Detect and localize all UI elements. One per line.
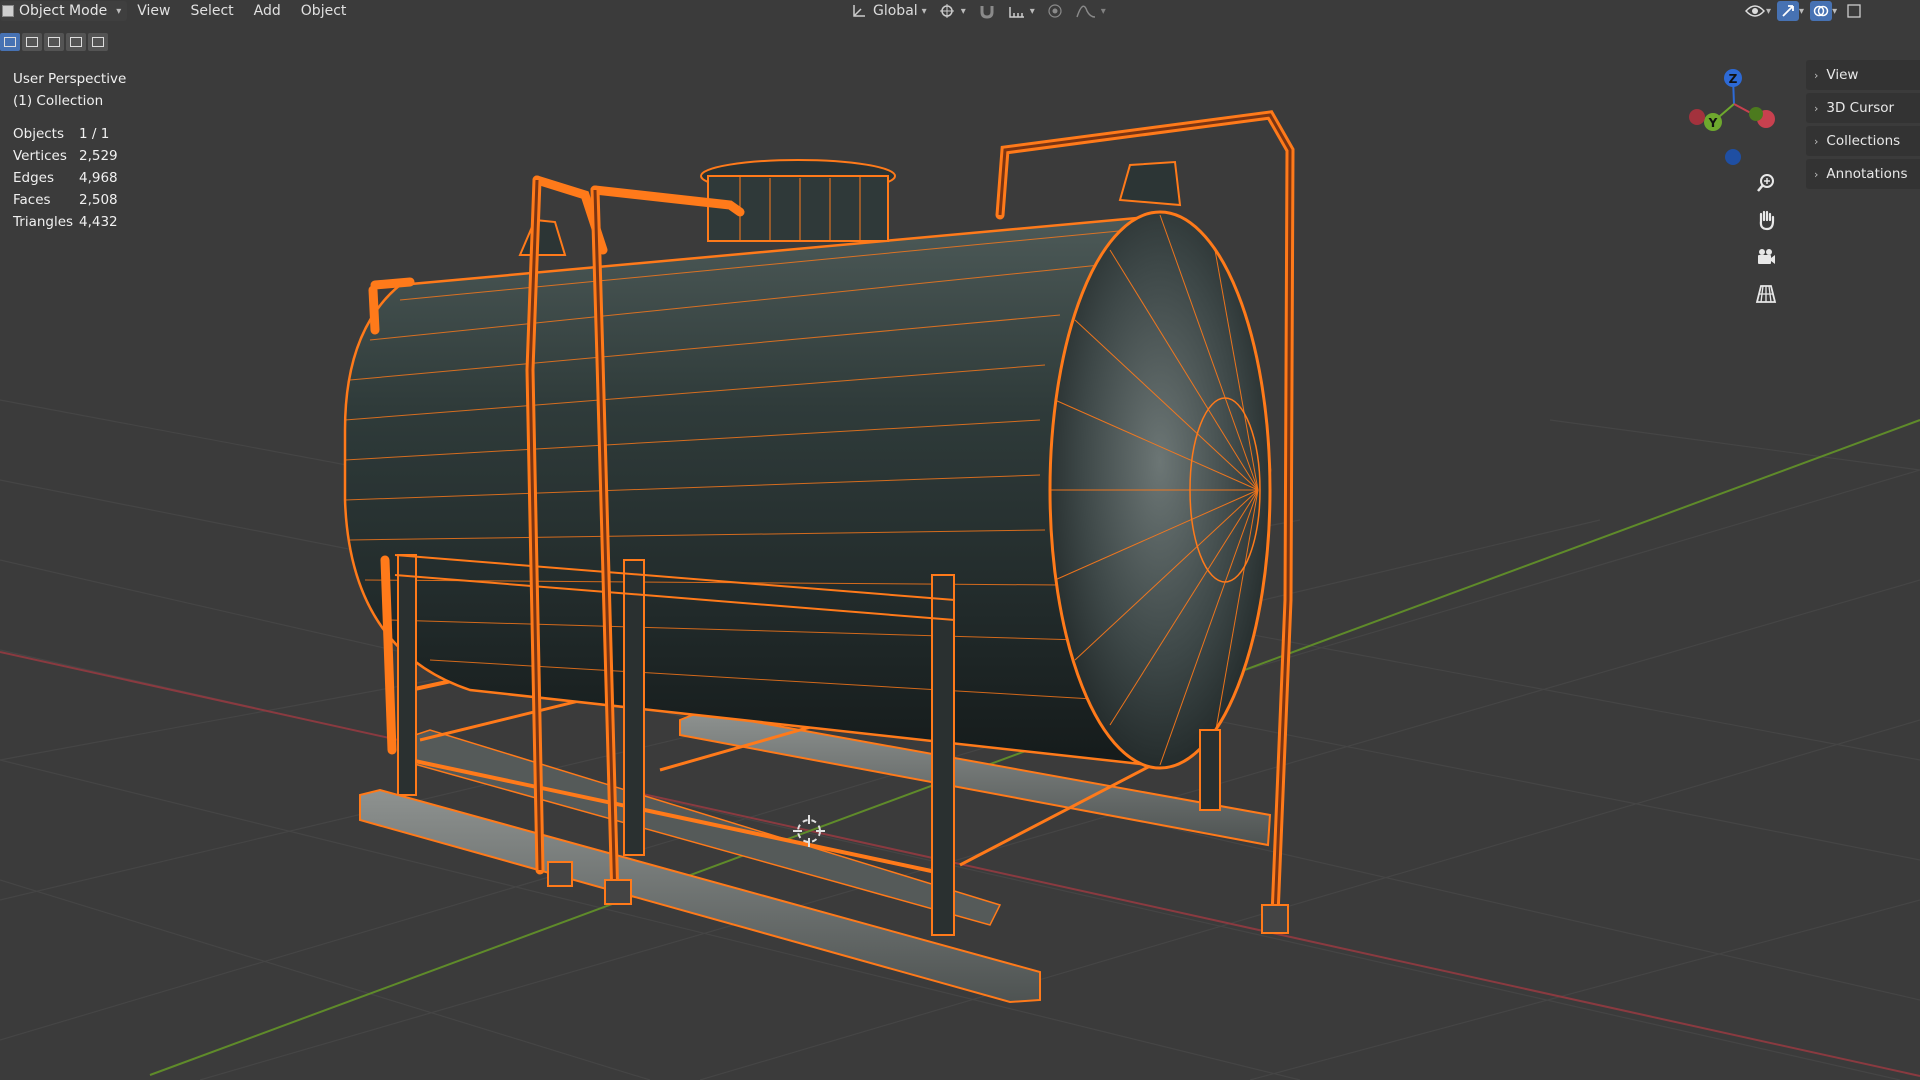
gizmo-toggle[interactable] [1777,1,1800,21]
pivot-point-dropdown[interactable]: ▾ [935,1,970,21]
gizmo-neg-z [1725,149,1741,165]
chevron-down-icon: ▾ [1799,5,1805,17]
panel-label: Annotations [1826,166,1908,182]
eye-icon [1745,5,1765,17]
camera-view-button[interactable] [1751,242,1781,272]
chevron-down-icon: ▾ [116,5,122,17]
select-new-icon [4,37,16,47]
orientation-icon [853,5,865,17]
select-invert-button[interactable] [66,33,86,51]
select-intersect-icon [92,37,104,47]
view-name: User Perspective [13,71,127,87]
panel-label: 3D Cursor [1826,100,1895,116]
stat-value: 4,432 [79,214,118,230]
stat-label: Vertices [13,148,67,164]
menu-view[interactable]: View [127,1,180,21]
stat-value: 2,508 [79,192,118,208]
snap-target-dropdown[interactable]: ▾ [1004,1,1039,21]
chevron-down-icon: ▾ [1832,5,1838,17]
header-right-tools: ▾ ▾ ▾ [1744,0,1865,22]
overlays-icon [1813,5,1829,17]
menu-select[interactable]: Select [180,1,243,21]
select-subtract-button[interactable] [44,33,64,51]
chevron-right-icon: › [1814,68,1819,82]
panel-label: View [1826,67,1859,83]
xray-toggle[interactable] [1843,1,1865,21]
chevron-down-icon: ▾ [1766,5,1772,17]
camera-icon [1758,249,1775,264]
proportional-edit-icon [1048,4,1062,18]
select-extend-button[interactable] [22,33,42,51]
panel-view[interactable]: › View [1806,60,1920,90]
mode-dropdown[interactable]: Object Mode ▾ [0,1,128,21]
stat-label: Edges [13,170,55,186]
perspective-toggle-button[interactable] [1751,279,1781,309]
chevron-right-icon: › [1814,101,1819,115]
statistics-overlay: Objects 1 / 1 Vertices 2,529 Edges 4,968… [13,123,118,233]
panel-3d-cursor[interactable]: › 3D Cursor [1806,93,1920,123]
stat-value: 1 / 1 [79,126,110,142]
mode-label: Object Mode [19,3,108,19]
pivot-icon [939,4,954,18]
viewport-info: User Perspective (1) Collection [13,68,126,112]
orientation-label: Global [873,3,918,19]
gizmo-neg-y [1749,107,1763,121]
chevron-right-icon: › [1814,167,1819,181]
gizmo-z-label: Z [1729,72,1738,86]
stat-row-objects: Objects 1 / 1 [13,123,118,145]
pan-button[interactable] [1751,205,1781,235]
pan-hand-icon [1759,210,1775,231]
magnet-icon [980,6,994,19]
object-mode-icon [2,5,14,17]
zoom-icon [1757,174,1774,192]
panel-annotations[interactable]: › Annotations [1806,159,1920,189]
falloff-dropdown[interactable]: ▾ [1071,1,1110,21]
snap-toggle[interactable] [974,1,1000,21]
select-invert-icon [70,37,82,47]
gizmo-neg-x [1689,109,1705,125]
collection-name: (1) Collection [13,93,104,109]
3d-viewport[interactable]: Z Y [0,0,1920,1080]
menu-add[interactable]: Add [244,1,291,21]
selection-mode-group [0,33,108,51]
navigation-gizmo: Z Y [1689,69,1775,165]
falloff-curve-icon [1076,5,1095,18]
stat-row-faces: Faces 2,508 [13,189,118,211]
chevron-down-icon: ▾ [1100,5,1106,17]
stat-label: Triangles [13,214,74,230]
stat-value: 4,968 [79,170,118,186]
gizmo-y-label: Y [1708,116,1718,130]
panel-collections[interactable]: › Collections [1806,126,1920,156]
tank [343,159,1272,770]
proportional-edit-toggle[interactable] [1043,1,1067,21]
visibility-dropdown[interactable] [1744,1,1766,21]
stat-row-triangles: Triangles 4,432 [13,211,118,233]
sidebar-panels: › View › 3D Cursor › Collections › Annot… [1806,60,1920,192]
zoom-button[interactable] [1751,168,1781,198]
snap-increment-icon [1008,7,1024,18]
chevron-down-icon: ▾ [1029,5,1035,17]
stat-row-edges: Edges 4,968 [13,167,118,189]
chevron-down-icon: ▾ [960,5,966,17]
grid-ortho-icon [1755,285,1777,303]
select-new-button[interactable] [0,33,20,51]
select-extend-icon [26,37,38,47]
xray-icon [1847,4,1861,18]
stat-value: 2,529 [79,148,118,164]
chevron-right-icon: › [1814,134,1819,148]
header-center-tools: Global ▾ ▾ ▾ ▾ [847,0,1110,22]
panel-label: Collections [1826,133,1901,149]
overlays-toggle[interactable] [1810,1,1833,21]
select-subtract-icon [48,37,60,47]
stat-row-vertices: Vertices 2,529 [13,145,118,167]
select-intersect-button[interactable] [88,33,108,51]
transform-orientation-dropdown[interactable]: Global ▾ [847,1,931,21]
chevron-down-icon: ▾ [921,5,927,17]
viewport-header: Object Mode ▾ View Select Add Object Glo… [0,0,1920,22]
stat-label: Objects [13,126,65,142]
stat-label: Faces [13,192,51,208]
menu-object[interactable]: Object [291,1,357,21]
gizmo-icon [1782,5,1794,17]
